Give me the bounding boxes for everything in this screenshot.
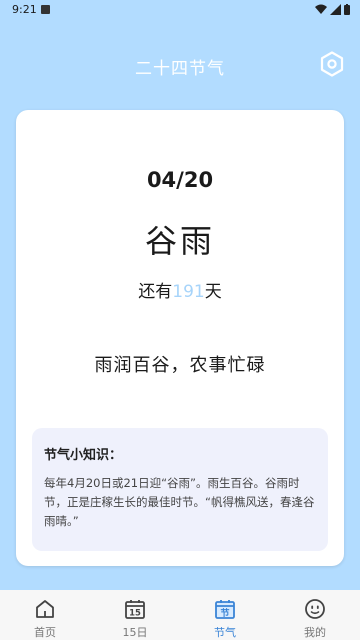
term-proverb: 雨润百谷，农事忙碌: [94, 355, 266, 376]
face-icon: [305, 599, 325, 619]
solar-term-icon: 节: [215, 600, 235, 619]
home-icon: [36, 600, 54, 618]
knowledge-text: 每年4月20日或21日迎“谷雨”。雨生百谷。谷雨时节，正是庄稼生长的最佳时节。“…: [44, 476, 315, 528]
countdown: 还有191天: [16, 277, 344, 302]
status-icons: [315, 4, 350, 15]
term-date: 04/20: [146, 168, 214, 192]
nav-item-15day[interactable]: 15 15日: [90, 590, 180, 640]
solar-term-card: 04/20 谷雨 还有191天 雨润百谷，农事忙碌 节气小知识： 每年4月20日…: [16, 110, 344, 566]
countdown-suffix: 天: [204, 282, 222, 302]
signal-icon: [330, 4, 341, 15]
solar-term-icon-text: 节: [220, 607, 229, 619]
term-name: 谷雨: [144, 222, 215, 260]
page-title: 二十四节气: [135, 59, 225, 79]
nav-item-solar-term[interactable]: 节 节气: [180, 590, 270, 640]
nav-item-mine[interactable]: 我的: [270, 590, 360, 640]
calendar-icon-text: 15: [129, 609, 141, 619]
nav-label-solar-term: 节气: [214, 626, 236, 639]
calendar-icon: 15: [125, 600, 145, 619]
wifi-icon: [315, 4, 327, 14]
nav-label-mine: 我的: [304, 626, 326, 639]
countdown-days: 191: [172, 282, 205, 302]
nav-label-home: 首页: [34, 626, 56, 639]
knowledge-box: 节气小知识： 每年4月20日或21日迎“谷雨”。雨生百谷。谷雨时节，正是庄稼生长…: [32, 428, 328, 551]
status-time: 9:21: [12, 3, 37, 16]
bottom-nav: 首页 15 15日 节 节气 我的: [0, 590, 360, 640]
nav-item-home[interactable]: 首页: [0, 590, 90, 640]
settings-icon[interactable]: [319, 51, 345, 77]
knowledge-title: 节气小知识：: [44, 448, 123, 463]
nav-label-15day: 15日: [122, 626, 148, 639]
sd-card-icon: [41, 5, 50, 14]
countdown-prefix: 还有: [138, 282, 173, 302]
status-bar: 9:21: [0, 0, 360, 24]
battery-icon: [344, 4, 350, 15]
